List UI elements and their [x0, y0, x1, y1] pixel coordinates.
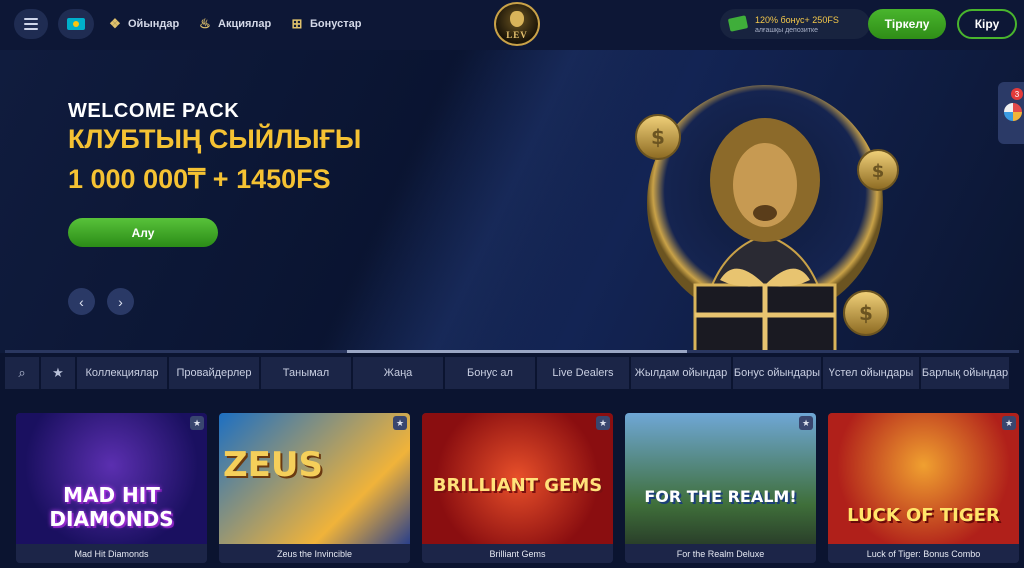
lion-illustration: $ $ $	[635, 85, 899, 353]
category-live-dealers[interactable]: Live Dealers	[537, 357, 629, 389]
game-card[interactable]: BRILLIANT GEMS ★ Brilliant Gems	[422, 413, 613, 563]
search-button[interactable]: ⌕	[5, 357, 39, 389]
game-art: ZEUS	[219, 413, 410, 544]
top-bar: ❖ Ойындар ♨ Акциялар ⊞ Бонустар LEV 120%…	[0, 0, 1024, 50]
casino-chip-icon	[1004, 103, 1022, 121]
hamburger-line	[24, 28, 38, 30]
nav-games-label: Ойындар	[128, 18, 180, 30]
deposit-bonus-banner[interactable]: 120% бонус+ 250FS алғашқы депозитке	[720, 9, 870, 39]
hamburger-line	[24, 23, 38, 25]
hero-amount: 1 000 000₸ + 1450FS	[68, 164, 331, 194]
nav-games[interactable]: ❖ Ойындар	[108, 16, 179, 32]
game-art-title: ZEUS	[223, 445, 323, 485]
category-get-bonus[interactable]: Бонус ал	[445, 357, 535, 389]
hero-kicker: WELCOME PACK	[68, 100, 240, 122]
svg-text:$: $	[651, 125, 665, 149]
kazakhstan-flag-icon	[67, 18, 85, 30]
favorite-star-icon[interactable]: ★	[1002, 416, 1016, 430]
game-card[interactable]: FOR THE REALM! ★ For the Realm Deluxe	[625, 413, 816, 563]
flame-icon: ♨	[199, 16, 211, 31]
game-name: Mad Hit Diamonds	[16, 544, 207, 563]
lion-logo-icon	[510, 11, 524, 27]
game-name: For the Realm Deluxe	[625, 544, 816, 563]
svg-text:$: $	[859, 301, 873, 325]
chevron-right-icon: ›	[118, 293, 123, 310]
claim-bonus-button[interactable]: Алу	[68, 218, 218, 247]
category-new[interactable]: Жаңа	[353, 357, 443, 389]
game-name: Zeus the Invincible	[219, 544, 410, 563]
nav-promotions[interactable]: ♨ Акциялар	[198, 16, 271, 32]
category-bonus-games[interactable]: Бонус ойындары	[733, 357, 821, 389]
category-collections[interactable]: Коллекциялар	[77, 357, 167, 389]
category-all-games[interactable]: Барлық ойындар	[921, 357, 1009, 389]
slider-next-button[interactable]: ›	[107, 288, 134, 315]
site-logo[interactable]: LEV	[494, 2, 540, 46]
gift-icon: ⊞	[291, 16, 303, 31]
language-button[interactable]	[58, 9, 94, 39]
favorite-star-icon[interactable]: ★	[393, 416, 407, 430]
game-art-title: MAD HIT DIAMONDS	[49, 483, 174, 531]
game-name: Brilliant Gems	[422, 544, 613, 563]
game-art-title: FOR THE REALM!	[644, 487, 797, 506]
slider-prev-button[interactable]: ‹	[68, 288, 95, 315]
games-grid: MAD HIT DIAMONDS ★ Mad Hit Diamonds ZEUS…	[16, 413, 1024, 563]
nav-bonuses-label: Бонустар	[310, 18, 362, 30]
slider-progress	[5, 350, 1019, 353]
lion-nose	[753, 205, 777, 221]
bonus-subtitle: алғашқы депозитке	[755, 27, 819, 34]
favorite-star-icon[interactable]: ★	[190, 416, 204, 430]
game-card[interactable]: ZEUS ★ Zeus the Invincible	[219, 413, 410, 563]
money-icon	[727, 15, 749, 32]
svg-text:$: $	[872, 161, 885, 182]
game-art: FOR THE REALM!	[625, 413, 816, 544]
game-art: MAD HIT DIAMONDS	[16, 413, 207, 544]
hero-headline: КЛУБТЫҢ СЫЙЛЫҒЫ	[68, 124, 362, 154]
favorite-star-icon[interactable]: ★	[799, 416, 813, 430]
dice-icon: ❖	[109, 16, 121, 31]
nav-bonuses[interactable]: ⊞ Бонустар	[290, 16, 362, 32]
register-button[interactable]: Тіркелу	[868, 9, 946, 39]
hero-banner: WELCOME PACK КЛУБТЫҢ СЫЙЛЫҒЫ 1 000 000₸ …	[0, 50, 1024, 353]
notification-badge: 3	[1011, 88, 1023, 100]
logo-text: LEV	[506, 30, 528, 40]
chevron-left-icon: ‹	[79, 293, 84, 310]
slider-progress-fill	[347, 350, 687, 353]
game-art: LUCK OF TIGER	[828, 413, 1019, 544]
hamburger-icon	[24, 18, 38, 20]
category-table-games[interactable]: Үстел ойындары	[823, 357, 919, 389]
star-icon: ★	[52, 365, 64, 380]
category-fast-games[interactable]: Жылдам ойындар	[631, 357, 731, 389]
category-bar: ⌕ ★ Коллекциялар Провайдерлер Танымал Жа…	[5, 357, 1024, 389]
category-popular[interactable]: Танымал	[261, 357, 351, 389]
hamburger-menu-button[interactable]	[14, 9, 48, 39]
game-name: Luck of Tiger: Bonus Combo	[828, 544, 1019, 563]
game-art-title: BRILLIANT GEMS	[432, 475, 603, 496]
favorites-button[interactable]: ★	[41, 357, 75, 389]
favorite-star-icon[interactable]: ★	[596, 416, 610, 430]
game-art-title: LUCK OF TIGER	[847, 505, 1000, 526]
game-card[interactable]: LUCK OF TIGER ★ Luck of Tiger: Bonus Com…	[828, 413, 1019, 563]
bonus-title: 120% бонус+ 250FS	[755, 15, 839, 25]
nav-promotions-label: Акциялар	[218, 18, 272, 30]
login-button[interactable]: Кіру	[957, 9, 1017, 39]
category-providers[interactable]: Провайдерлер	[169, 357, 259, 389]
game-card[interactable]: MAD HIT DIAMONDS ★ Mad Hit Diamonds	[16, 413, 207, 563]
search-icon: ⌕	[18, 365, 26, 380]
game-art: BRILLIANT GEMS	[422, 413, 613, 544]
